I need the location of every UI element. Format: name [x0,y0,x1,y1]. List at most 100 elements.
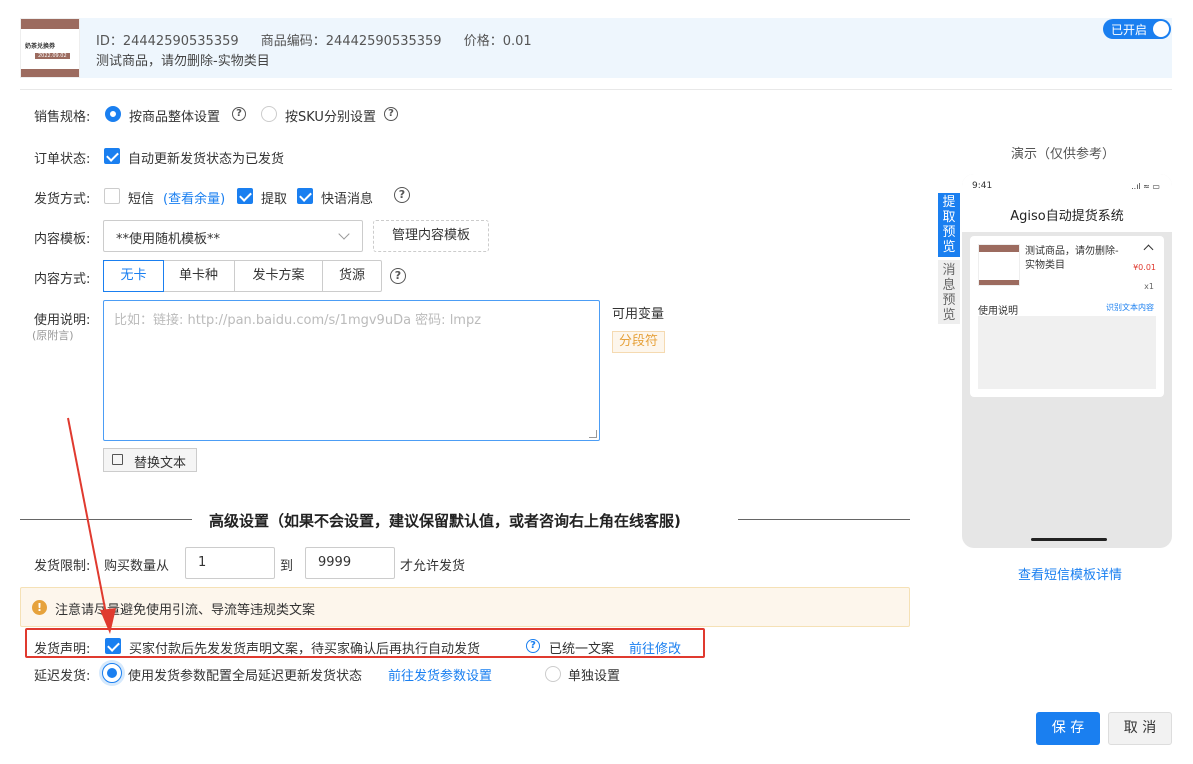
toggle-label: 已开启 [1111,23,1148,37]
divider-right [738,519,910,520]
statement-label: 发货声明: [34,642,91,657]
radio-whole-product[interactable] [105,106,121,122]
sms-label: 短信 [128,192,155,207]
header-divider [20,89,1172,90]
limit-to: 到 [280,559,294,574]
usage-textarea[interactable]: 比如：链接: http://pan.baidu.com/s/1mgv9uDa 密… [103,300,600,441]
radio-by-sku-label: 按SKU分别设置 [285,110,376,125]
radio-global-delay[interactable] [102,663,122,683]
max-quantity-value: 9999 [318,555,352,570]
resize-handle[interactable] [589,430,597,438]
limit-prefix: 购买数量从 [104,559,170,574]
tab-no-card[interactable]: 无卡 [103,260,164,292]
tab-supply[interactable]: 货源 [323,261,381,291]
enable-toggle[interactable]: 已开启 [1103,19,1171,39]
tab-single-card[interactable]: 单卡种 [163,261,235,291]
quick-message-label: 快语消息 [321,192,374,207]
tab-extract-preview[interactable]: 提取预览 [938,193,960,257]
replace-text-label: 替换文本 [134,456,187,471]
auto-update-status-checkbox[interactable] [104,148,120,164]
help-icon[interactable]: ? [390,268,406,284]
replace-text-button[interactable]: 替换文本 [103,448,197,472]
delivery-params-link[interactable]: 前往发货参数设置 [388,665,492,684]
chevron-down-icon [338,228,350,240]
replace-icon [112,454,123,465]
warning-icon: ! [32,600,47,615]
product-name: 测试商品，请勿删除-实物类目 [96,54,270,69]
usage-sub-label: (原附言) [32,329,74,342]
phone-preview: 9:41 ..ıl ≈ ▭ Agiso自动提货系统 测试商品，请勿删除-实物类目… [962,174,1172,548]
extract-checkbox[interactable] [237,188,253,204]
product-price: 价格：0.01 [463,34,532,49]
signal-icon: ..ıl ≈ ▭ [1131,182,1160,191]
go-modify-link[interactable]: 前往修改 [629,638,681,657]
min-quantity-input[interactable]: 1 [185,547,275,579]
limit-suffix: 才允许发货 [400,559,466,574]
usage-label: 使用说明: [34,313,91,328]
warning-text: 注意请尽量避免使用引流、导流等违规类文案 [55,603,316,618]
product-header: 奶茶兑换券 2022.09.02 ID：24442590535359 商品编码：… [20,18,1172,78]
product-thumbnail: 奶茶兑换券 2022.09.02 [20,18,80,78]
phone-title: Agiso自动提货系统 [1010,209,1124,224]
preview-usage-label: 使用说明 [978,306,1018,317]
content-type-tabs: 无卡 单卡种 发卡方案 货源 [103,260,382,292]
variables-label: 可用变量 [612,307,665,322]
tab-card-plan[interactable]: 发卡方案 [235,261,323,291]
content-template-label: 内容模板: [34,232,91,247]
usage-placeholder: 比如：链接: http://pan.baidu.com/s/1mgv9uDa 密… [114,313,482,328]
check-balance-link[interactable]: (查看余量) [163,188,225,207]
thumb-date: 2022.09.02 [35,53,70,59]
delivery-limit-label: 发货限制: [34,559,91,574]
radio-separate-setting[interactable] [545,666,561,682]
toggle-knob [1153,21,1169,37]
manage-template-button[interactable]: 管理内容模板 [373,220,489,252]
phone-home-bar [1031,538,1107,541]
segment-variable-tag[interactable]: 分段符 [612,331,666,353]
content-template-value: **使用随机模板** [116,232,221,247]
product-id: ID：24442590535359 [96,34,239,49]
delay-label: 延迟发货: [34,669,91,684]
save-button[interactable]: 保 存 [1036,712,1100,745]
preview-price: ¥0.01 [1133,263,1156,272]
help-icon[interactable]: ? [526,639,540,653]
preview-card: 测试商品，请勿删除-实物类目 ¥0.01 x1 使用说明 识别文本内容 [970,236,1164,397]
unified-text: 已统一文案 [549,642,615,657]
warning-banner: ! 注意请尽量避免使用引流、导流等违规类文案 [20,587,910,627]
radio-whole-product-label: 按商品整体设置 [129,110,221,125]
radio-by-sku[interactable] [261,106,277,122]
preview-recognize-link: 识别文本内容 [1106,303,1154,312]
statement-checkbox-label: 买家付款后先发发货声明文案，待买家确认后再执行自动发货 [129,642,481,657]
quick-message-checkbox[interactable] [297,188,313,204]
delivery-method-label: 发货方式: [34,192,91,207]
divider-left [20,519,192,520]
max-quantity-input[interactable]: 9999 [305,547,395,579]
preview-card-title: 测试商品，请勿删除-实物类目 [1025,246,1119,271]
tab-message-preview[interactable]: 消息预览 [938,260,960,324]
content-type-label: 内容方式: [34,272,91,287]
help-icon[interactable]: ? [394,187,410,203]
extract-label: 提取 [261,192,288,207]
auto-update-status-label: 自动更新发货状态为已发货 [128,152,285,167]
thumb-title: 奶茶兑换券 [25,43,56,50]
order-status-label: 订单状态: [34,152,91,167]
preview-usage-box [978,316,1156,389]
phone-time: 9:41 [972,181,993,191]
sales-spec-label: 销售规格: [34,110,91,125]
demo-title: 演示（仅供参考） [1011,147,1116,162]
statement-checkbox[interactable] [105,638,121,654]
global-delay-label: 使用发货参数配置全局延迟更新发货状态 [128,669,363,684]
content-template-select[interactable]: **使用随机模板** [103,220,363,252]
sms-template-link[interactable]: 查看短信模板详情 [1018,564,1122,583]
advanced-title: 高级设置（如果不会设置，建议保留默认值，或者咨询右上角在线客服) [209,512,681,530]
product-code: 商品编码：24442590535359 [260,34,442,49]
help-icon[interactable]: ? [232,107,246,121]
cancel-button[interactable]: 取 消 [1108,712,1172,745]
product-meta: ID：24442590535359 商品编码：24442590535359 价格… [96,30,550,49]
min-quantity-value: 1 [198,555,207,570]
phone-topbar: 9:41 ..ıl ≈ ▭ Agiso自动提货系统 [962,174,1172,232]
chevron-up-icon [1143,244,1154,255]
preview-qty: x1 [1144,282,1154,291]
preview-thumbnail [978,244,1020,286]
sms-checkbox[interactable] [104,188,120,204]
help-icon[interactable]: ? [384,107,398,121]
